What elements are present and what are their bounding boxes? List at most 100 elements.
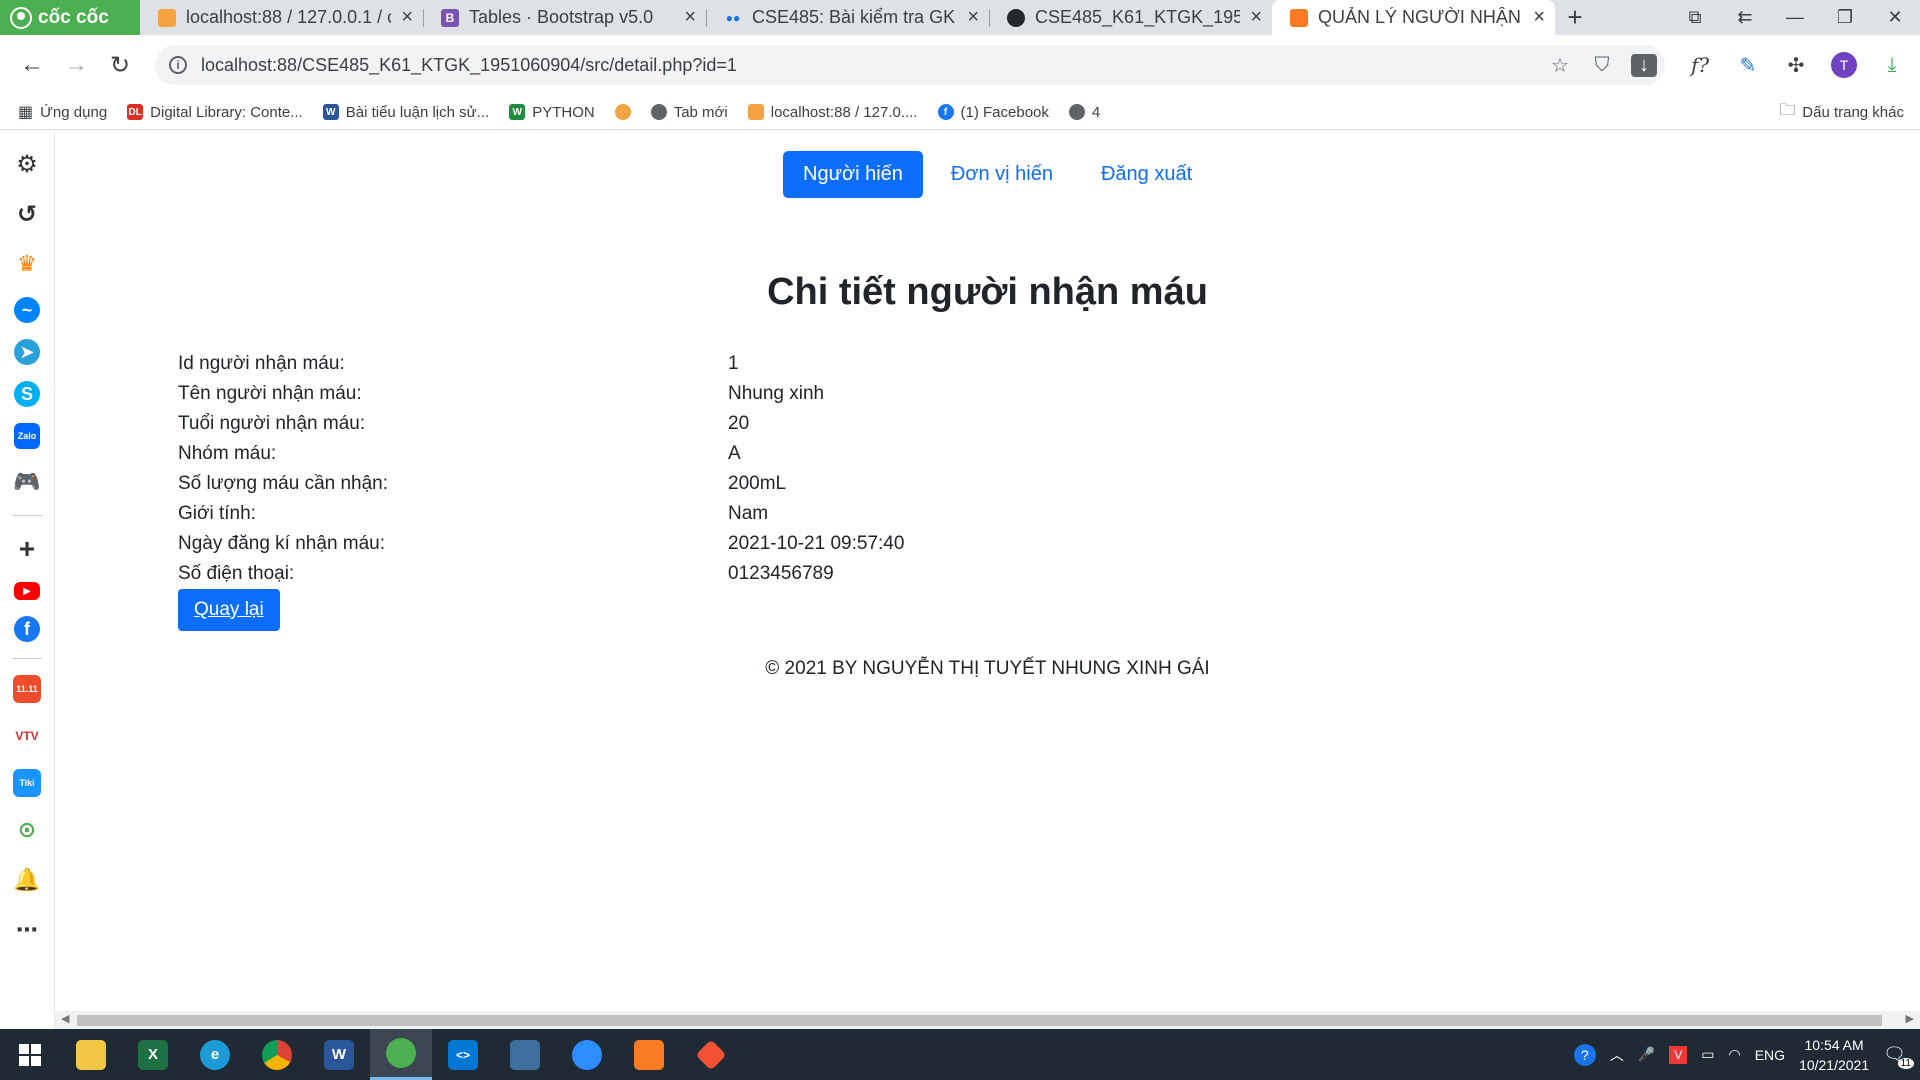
close-window-icon[interactable]: ✕	[1870, 7, 1920, 28]
vtv-icon[interactable]: VTV	[10, 719, 44, 753]
taskbar-word[interactable]: W	[308, 1029, 370, 1080]
chevron-up-icon[interactable]: ︿	[1610, 1045, 1624, 1065]
bookmark-other[interactable]: 🗀 Dấu trang khác	[1779, 99, 1904, 126]
taskbar-git[interactable]	[680, 1029, 742, 1080]
crown-icon[interactable]: ♛	[10, 247, 44, 281]
messenger-icon[interactable]: ~	[14, 297, 40, 323]
site-info-icon[interactable]: i	[169, 56, 187, 74]
restore-icon[interactable]: ❐	[1820, 7, 1870, 28]
tiki-icon[interactable]: Tiki	[13, 769, 41, 797]
taskbar-vscode[interactable]: <>	[432, 1029, 494, 1080]
taskbar-file-explorer[interactable]	[60, 1029, 122, 1080]
wifi-icon[interactable]: ◠	[1729, 1046, 1741, 1063]
bookmark-facebook[interactable]: f (1) Facebook	[937, 104, 1049, 121]
field-value: Nhung xinh	[728, 383, 825, 404]
skype-icon[interactable]: S	[14, 381, 40, 407]
new-tab-icon[interactable]: +	[1555, 0, 1595, 35]
scroll-right-icon[interactable]: ▶	[1906, 1012, 1914, 1025]
tab-phpmyadmin[interactable]: localhost:88 / 127.0.0.1 / cs ×	[140, 0, 423, 35]
close-icon[interactable]: ×	[1250, 6, 1262, 29]
profile-avatar[interactable]: T	[1824, 47, 1864, 83]
scroll-left-icon[interactable]: ◀	[61, 1012, 69, 1025]
nav-nguoi-hien[interactable]: Người hiến	[783, 151, 923, 198]
coccoc-green-icon[interactable]: ⊙	[10, 813, 44, 847]
minimize-icon[interactable]: —	[1770, 7, 1820, 28]
language-indicator[interactable]: ENG	[1755, 1047, 1785, 1063]
gamepad-icon[interactable]: 🎮	[10, 465, 44, 499]
field-value: 1	[728, 353, 739, 374]
clock[interactable]: 10:54 AM 10/21/2021	[1799, 1035, 1869, 1075]
zalo-icon[interactable]: Zalo	[14, 423, 40, 449]
reload-icon[interactable]: ↻	[98, 43, 142, 87]
back-button[interactable]: Quay lại	[178, 589, 280, 631]
more-icon[interactable]: ⋯	[10, 913, 44, 947]
bookmark-digital-library[interactable]: DL Digital Library: Conte...	[127, 104, 303, 121]
help-icon[interactable]: ?	[1573, 1043, 1596, 1066]
flickr-icon: ●●	[725, 10, 741, 25]
taskbar-zoom[interactable]	[556, 1029, 618, 1080]
puzzle-icon[interactable]: ✣	[1776, 47, 1816, 83]
plus-icon[interactable]: +	[10, 532, 44, 566]
browser-toolbar: ← → ↻ i localhost:88/CSE485_K61_KTGK_195…	[0, 35, 1920, 95]
gear-icon[interactable]: ⚙	[10, 147, 44, 181]
tab-active-quanly[interactable]: QUẢN LÝ NGƯỜI NHẬN M ×	[1272, 0, 1555, 35]
tab-github[interactable]: CSE485_K61_KTGK_195106 ×	[989, 0, 1272, 35]
taskbar-coccoc[interactable]	[370, 1029, 432, 1080]
downloads-icon[interactable]: ⤓	[1872, 47, 1912, 83]
taskbar-chrome[interactable]	[246, 1029, 308, 1080]
bell-icon[interactable]: 🔔	[10, 863, 44, 897]
close-icon[interactable]: ×	[401, 6, 413, 29]
url-text[interactable]: localhost:88/CSE485_K61_KTGK_1951060904/…	[201, 55, 1539, 76]
bookmark-tieu-luan[interactable]: W Bài tiểu luận lịch sử...	[322, 104, 489, 121]
bookmark-unnamed[interactable]	[614, 104, 631, 120]
taskbar-edge[interactable]: e	[184, 1029, 246, 1080]
back-arrow-icon[interactable]: ←	[10, 43, 54, 87]
taskbar-mysql-workbench[interactable]	[494, 1029, 556, 1080]
bookmark-python[interactable]: W PYTHON	[509, 104, 595, 121]
star-icon[interactable]: ☆	[1539, 53, 1581, 78]
bookmark-tab-moi[interactable]: Tab mới	[650, 104, 728, 121]
nav-dang-xuat[interactable]: Đăng xuất	[1081, 151, 1212, 198]
browser-brand[interactable]: cốc cốc	[0, 0, 140, 35]
nav-don-vi-hien[interactable]: Đơn vị hiến	[931, 151, 1073, 198]
tab-bootstrap[interactable]: B Tables · Bootstrap v5.0 ×	[423, 0, 706, 35]
shopee-icon[interactable]: 11.11	[13, 675, 41, 703]
bookmark-localhost[interactable]: localhost:88 / 127.0....	[747, 104, 918, 121]
close-icon[interactable]: ×	[967, 6, 979, 29]
forward-arrow-icon[interactable]: →	[54, 43, 98, 87]
mysql-workbench-icon	[510, 1039, 540, 1070]
close-icon[interactable]: ×	[1533, 6, 1545, 29]
facebook-icon[interactable]: f	[14, 616, 40, 642]
bookmark-four[interactable]: 4	[1068, 104, 1100, 121]
telegram-icon[interactable]: ➤	[14, 339, 40, 365]
youtube-icon[interactable]: ▶	[14, 582, 40, 600]
field-label: Ngày đăng kí nhận máu:	[178, 533, 386, 554]
shield-icon[interactable]: ⛉	[1581, 54, 1623, 77]
battery-icon[interactable]: ▭	[1701, 1046, 1714, 1063]
bookmark-apps[interactable]: ▦ Ứng dụng	[18, 102, 107, 122]
horizontal-scrollbar[interactable]: ◀ ▶	[55, 1011, 1920, 1029]
taskbar-xampp[interactable]	[618, 1029, 680, 1080]
clock-time: 10:54 AM	[1804, 1036, 1864, 1053]
taskbar-excel[interactable]: X	[122, 1029, 184, 1080]
apps-grid-icon: ▦	[18, 104, 34, 121]
start-button[interactable]	[0, 1043, 60, 1066]
w3-icon: W	[509, 104, 526, 120]
eyedropper-icon[interactable]: ✎	[1728, 47, 1768, 83]
field-label: Số điện thoại:	[178, 563, 295, 584]
download-arrow-icon[interactable]: ↓	[1631, 53, 1657, 77]
vivaldi-icon[interactable]: V	[1669, 1045, 1688, 1064]
detail-row-amount: Số lượng máu cần nhận: 200mL	[178, 469, 904, 499]
microphone-icon[interactable]: 🎤	[1638, 1046, 1655, 1063]
tab-search-icon[interactable]: ⧉	[1670, 7, 1720, 28]
function-icon[interactable]: f?	[1680, 47, 1720, 83]
field-label: Id người nhận máu:	[178, 353, 345, 374]
close-icon[interactable]: ×	[684, 6, 696, 29]
notifications-icon[interactable]: 🗨 11	[1883, 1044, 1914, 1069]
top-nav: Người hiến Đơn vị hiến Đăng xuất	[783, 151, 1212, 198]
tab-cse485[interactable]: ●● CSE485: Bài kiểm tra GK (M ×	[706, 0, 989, 35]
back-history-icon[interactable]: ⇇	[1720, 7, 1770, 28]
address-bar[interactable]: i localhost:88/CSE485_K61_KTGK_195106090…	[155, 45, 1665, 85]
scrollbar-thumb[interactable]	[77, 1015, 1882, 1026]
history-icon[interactable]: ↺	[10, 197, 44, 231]
